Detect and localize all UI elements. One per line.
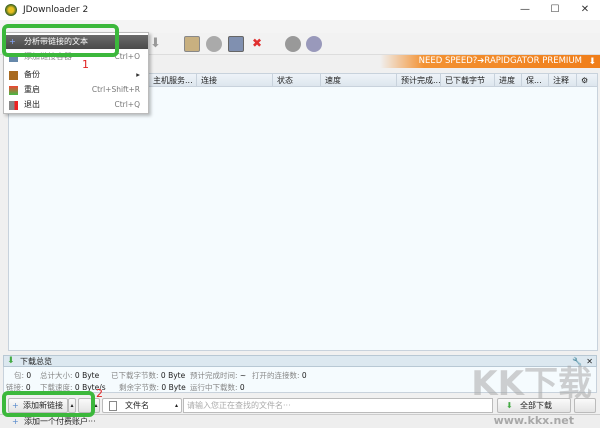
stat-label: 打开的连接数:: [252, 371, 300, 380]
stat-value: 0 Byte: [160, 371, 186, 380]
add-premium-account-link[interactable]: 添加一个付费账户···: [24, 417, 96, 426]
download-icon[interactable]: ⬇: [150, 36, 166, 52]
column-progress[interactable]: 进度: [495, 74, 522, 86]
app-logo-icon: [5, 4, 17, 16]
window-title: JDownloader 2: [23, 5, 89, 15]
banner-text: NEED SPEED?➔RAPIDGATOR PREMIUM: [418, 56, 582, 66]
menu-item-backup[interactable]: 备份 ▸: [4, 68, 148, 82]
minimize-button[interactable]: —: [510, 0, 540, 20]
title-bar: JDownloader 2 — ☐ ✕: [0, 0, 600, 20]
stat-label: 总计大小:: [40, 371, 73, 380]
stat-label: 运行中下载数:: [190, 383, 238, 392]
column-speed[interactable]: 速度: [321, 74, 397, 86]
chevron-up-icon: ▴: [174, 402, 178, 409]
download-arrow-icon: ⬇: [588, 57, 596, 67]
maximize-button[interactable]: ☐: [540, 0, 570, 20]
premium-icon[interactable]: [228, 36, 244, 52]
overview-title: 下载总览: [20, 357, 52, 366]
settings-icon[interactable]: [306, 36, 322, 52]
clipboard-icon[interactable]: [184, 36, 200, 52]
stat-value: ~: [239, 371, 247, 380]
highlight-box-1: [2, 24, 119, 57]
annotation-2: 2: [96, 387, 103, 400]
column-connection[interactable]: 连接: [197, 74, 273, 86]
column-save[interactable]: 保...: [522, 74, 549, 86]
stat-value: 0: [301, 371, 307, 380]
menu-item-restart[interactable]: 重启 Ctrl+Shift+R: [4, 83, 148, 97]
column-host[interactable]: 主机服务...: [149, 74, 197, 86]
column-status[interactable]: 状态: [273, 74, 321, 86]
menu-item-label: 重启: [24, 85, 40, 94]
stat-label: 包:: [14, 371, 25, 380]
update-icon[interactable]: [285, 36, 301, 52]
watermark-logo: KK下载: [471, 364, 592, 404]
annotation-1: 1: [82, 58, 89, 71]
column-comment[interactable]: 注释: [549, 74, 577, 86]
column-downloaded[interactable]: 已下载字节: [441, 74, 495, 86]
stat-value: 0: [26, 371, 32, 380]
highlight-box-2: [2, 391, 95, 417]
watermark-url: www.kkx.net: [493, 414, 574, 427]
column-settings-icon[interactable]: ⚙: [577, 74, 597, 86]
exit-icon: [9, 101, 18, 110]
stat-label: 已下载字节数:: [111, 371, 159, 380]
stat-value: 0 Byte: [161, 383, 186, 392]
submenu-arrow-icon: ▸: [136, 70, 140, 79]
file-icon: [109, 401, 117, 411]
clear-icon[interactable]: ✖: [249, 36, 265, 52]
stat-value: 0: [239, 383, 245, 392]
rapidgator-banner[interactable]: NEED SPEED?➔RAPIDGATOR PREMIUM ⬇: [380, 55, 600, 68]
reconnect-icon[interactable]: [206, 36, 222, 52]
filter-column-label: 文件名: [125, 401, 149, 410]
column-eta[interactable]: 预计完成...: [397, 74, 441, 86]
menu-item-label: 备份: [24, 70, 40, 79]
stat-value: 0 Byte: [74, 371, 100, 380]
filter-column-select[interactable]: 文件名 ▴: [102, 398, 182, 413]
menu-item-label: 退出: [24, 100, 40, 109]
download-arrow-icon: ⬇: [7, 356, 15, 366]
backup-icon: [9, 71, 18, 80]
stat-label: 剩余字节数:: [119, 383, 160, 392]
menu-item-shortcut: Ctrl+Shift+R: [91, 85, 140, 94]
menu-item-exit[interactable]: 退出 Ctrl+Q: [4, 98, 148, 112]
close-button[interactable]: ✕: [570, 0, 600, 20]
restart-icon: [9, 86, 18, 95]
stat-label: 预计完成时间:: [190, 371, 238, 380]
download-list[interactable]: [8, 87, 598, 351]
menu-item-shortcut: Ctrl+Q: [114, 100, 140, 109]
search-input[interactable]: 请输入您正在查找的文件名···: [183, 398, 493, 413]
